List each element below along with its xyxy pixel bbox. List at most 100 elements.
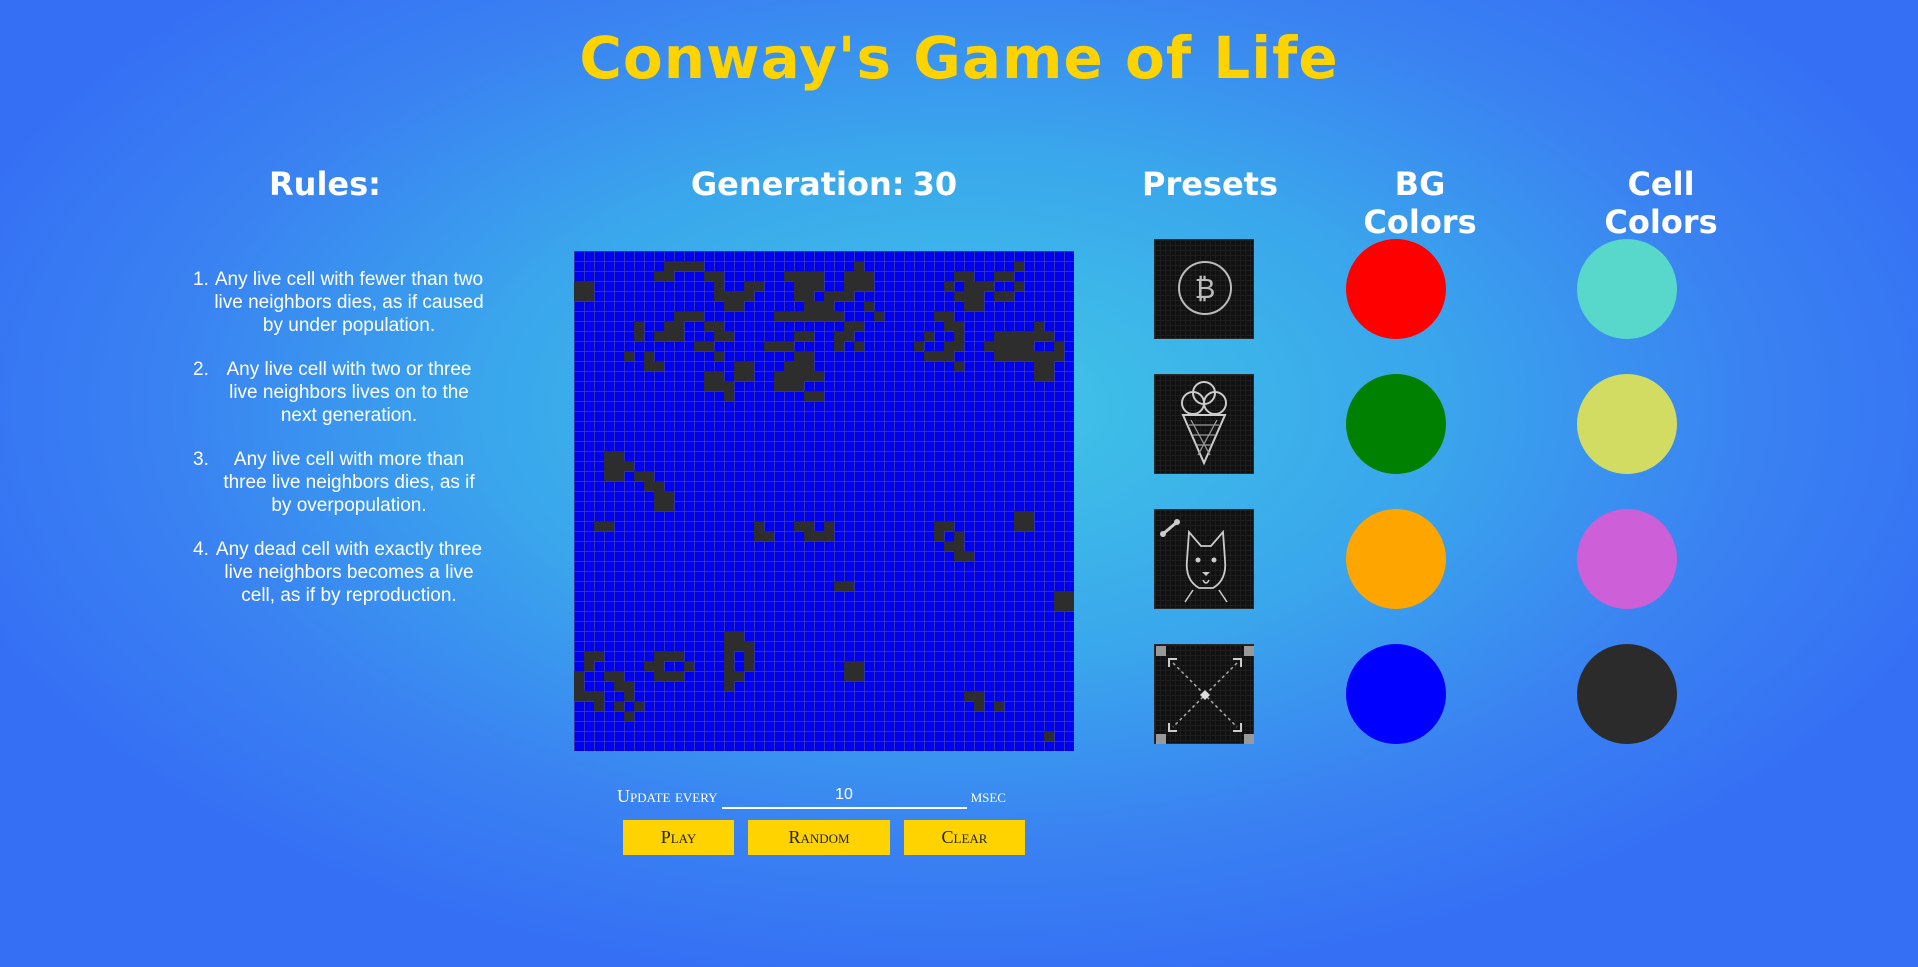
live-cell[interactable] bbox=[674, 321, 684, 331]
live-cell[interactable] bbox=[1014, 521, 1024, 531]
live-cell[interactable] bbox=[694, 261, 704, 271]
live-cell[interactable] bbox=[1054, 601, 1064, 611]
live-cell[interactable] bbox=[954, 531, 964, 541]
live-cell[interactable] bbox=[654, 651, 664, 661]
live-cell[interactable] bbox=[1054, 341, 1064, 351]
live-cell[interactable] bbox=[624, 461, 634, 471]
live-cell[interactable] bbox=[794, 521, 804, 531]
random-button[interactable]: Random bbox=[748, 820, 890, 855]
live-cell[interactable] bbox=[954, 341, 964, 351]
live-cell[interactable] bbox=[714, 281, 724, 291]
live-cell[interactable] bbox=[1044, 731, 1054, 741]
live-cell[interactable] bbox=[654, 491, 664, 501]
live-cell[interactable] bbox=[724, 631, 734, 641]
live-cell[interactable] bbox=[944, 321, 954, 331]
live-cell[interactable] bbox=[704, 271, 714, 281]
live-cell[interactable] bbox=[1014, 281, 1024, 291]
live-cell[interactable] bbox=[774, 341, 784, 351]
live-cell[interactable] bbox=[1024, 331, 1034, 341]
live-cell[interactable] bbox=[954, 321, 964, 331]
live-cell[interactable] bbox=[804, 301, 814, 311]
live-cell[interactable] bbox=[1024, 341, 1034, 351]
preset-dog[interactable] bbox=[1154, 509, 1254, 609]
live-cell[interactable] bbox=[1034, 351, 1044, 361]
live-cell[interactable] bbox=[654, 661, 664, 671]
preset-ice-cream[interactable] bbox=[1154, 374, 1254, 474]
live-cell[interactable] bbox=[674, 671, 684, 681]
live-cell[interactable] bbox=[854, 671, 864, 681]
live-cell[interactable] bbox=[994, 291, 1004, 301]
live-cell[interactable] bbox=[804, 331, 814, 341]
live-cell[interactable] bbox=[844, 271, 854, 281]
live-cell[interactable] bbox=[804, 351, 814, 361]
live-cell[interactable] bbox=[744, 281, 754, 291]
live-cell[interactable] bbox=[634, 471, 644, 481]
live-cell[interactable] bbox=[724, 301, 734, 311]
live-cell[interactable] bbox=[614, 471, 624, 481]
live-cell[interactable] bbox=[1004, 291, 1014, 301]
live-cell[interactable] bbox=[604, 671, 614, 681]
live-cell[interactable] bbox=[804, 391, 814, 401]
live-cell[interactable] bbox=[654, 361, 664, 371]
live-cell[interactable] bbox=[644, 471, 654, 481]
live-cell[interactable] bbox=[814, 311, 824, 321]
live-cell[interactable] bbox=[854, 271, 864, 281]
live-cell[interactable] bbox=[814, 531, 824, 541]
live-cell[interactable] bbox=[724, 391, 734, 401]
live-cell[interactable] bbox=[1024, 521, 1034, 531]
live-cell[interactable] bbox=[644, 361, 654, 371]
live-cell[interactable] bbox=[614, 671, 624, 681]
live-cell[interactable] bbox=[784, 361, 794, 371]
live-cell[interactable] bbox=[954, 331, 964, 341]
live-cell[interactable] bbox=[1064, 591, 1074, 601]
live-cell[interactable] bbox=[794, 331, 804, 341]
live-cell[interactable] bbox=[854, 281, 864, 291]
live-cell[interactable] bbox=[694, 311, 704, 321]
live-cell[interactable] bbox=[874, 311, 884, 321]
live-cell[interactable] bbox=[714, 321, 724, 331]
live-cell[interactable] bbox=[974, 691, 984, 701]
clear-button[interactable]: Clear bbox=[904, 820, 1025, 855]
live-cell[interactable] bbox=[594, 691, 604, 701]
live-cell[interactable] bbox=[844, 671, 854, 681]
live-cell[interactable] bbox=[744, 371, 754, 381]
live-cell[interactable] bbox=[974, 701, 984, 711]
live-cell[interactable] bbox=[604, 471, 614, 481]
live-cell[interactable] bbox=[664, 261, 674, 271]
live-cell[interactable] bbox=[584, 651, 594, 661]
live-cell[interactable] bbox=[934, 351, 944, 361]
live-cell[interactable] bbox=[954, 541, 964, 551]
live-cell[interactable] bbox=[634, 701, 644, 711]
live-cell[interactable] bbox=[704, 341, 714, 351]
live-cell[interactable] bbox=[854, 661, 864, 671]
live-cell[interactable] bbox=[844, 331, 854, 341]
live-cell[interactable] bbox=[964, 691, 974, 701]
live-cell[interactable] bbox=[794, 271, 804, 281]
preset-bitcoin[interactable]: ₿ bbox=[1154, 239, 1254, 339]
live-cell[interactable] bbox=[1004, 271, 1014, 281]
live-cell[interactable] bbox=[604, 521, 614, 531]
cell-color-turquoise-swatch[interactable] bbox=[1577, 239, 1677, 339]
live-cell[interactable] bbox=[794, 371, 804, 381]
live-cell[interactable] bbox=[944, 311, 954, 321]
live-cell[interactable] bbox=[664, 331, 674, 341]
bg-color-red-swatch[interactable] bbox=[1346, 239, 1446, 339]
live-cell[interactable] bbox=[994, 271, 1004, 281]
live-cell[interactable] bbox=[674, 651, 684, 661]
live-cell[interactable] bbox=[1014, 511, 1024, 521]
live-cell[interactable] bbox=[724, 661, 734, 671]
live-cell[interactable] bbox=[804, 271, 814, 281]
live-cell[interactable] bbox=[774, 371, 784, 381]
live-cell[interactable] bbox=[754, 531, 764, 541]
live-cell[interactable] bbox=[674, 331, 684, 341]
live-cell[interactable] bbox=[944, 281, 954, 291]
live-cell[interactable] bbox=[654, 671, 664, 681]
live-cell[interactable] bbox=[704, 381, 714, 391]
live-cell[interactable] bbox=[944, 541, 954, 551]
live-cell[interactable] bbox=[584, 691, 594, 701]
interval-input[interactable] bbox=[721, 783, 967, 809]
live-cell[interactable] bbox=[734, 671, 744, 681]
live-cell[interactable] bbox=[954, 551, 964, 561]
live-cell[interactable] bbox=[954, 361, 964, 371]
live-cell[interactable] bbox=[744, 291, 754, 301]
